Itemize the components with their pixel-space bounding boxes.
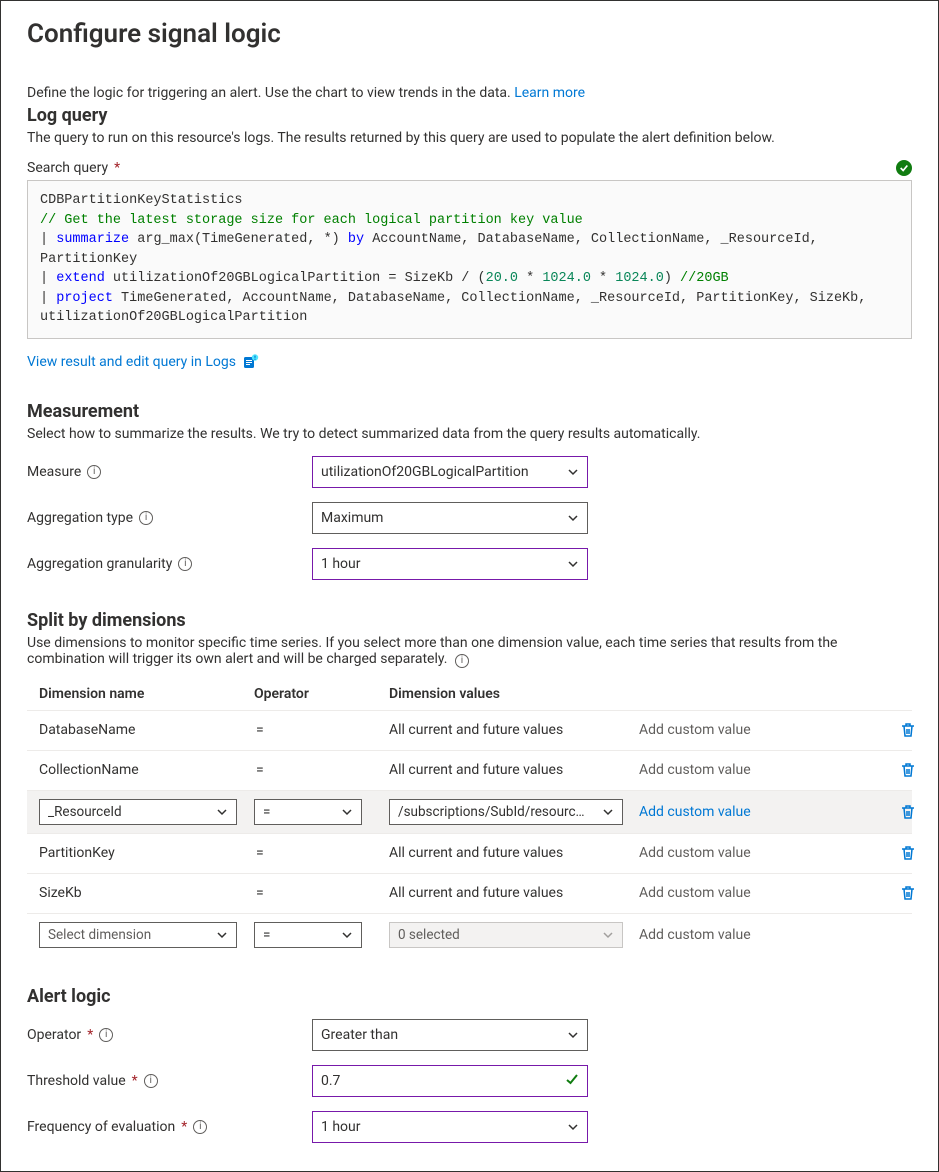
section-measurement: Measurement: [27, 401, 912, 422]
operator-select[interactable]: Greater than: [312, 1019, 588, 1051]
log-query-desc: The query to run on this resource's logs…: [27, 130, 912, 146]
measure-label: Measure: [27, 464, 81, 480]
threshold-input[interactable]: 0.7: [312, 1065, 588, 1097]
info-icon[interactable]: i: [87, 465, 101, 479]
info-icon[interactable]: i: [193, 1120, 207, 1134]
page-title: Configure signal logic: [27, 19, 912, 49]
info-icon[interactable]: i: [99, 1028, 113, 1042]
dimension-name: CollectionName: [39, 762, 254, 778]
add-custom-value[interactable]: Add custom value: [639, 762, 751, 778]
dimension-operator-select[interactable]: =: [254, 799, 362, 825]
info-icon[interactable]: i: [455, 654, 469, 668]
dimension-operator: =: [254, 762, 389, 778]
valid-icon: [896, 160, 912, 176]
query-editor[interactable]: CDBPartitionKeyStatistics // Get the lat…: [27, 180, 912, 339]
dimension-value-select[interactable]: 0 selected: [389, 922, 623, 948]
delete-icon[interactable]: [899, 803, 917, 821]
chevron-down-icon: [567, 1121, 579, 1133]
dimension-row: CollectionName = All current and future …: [27, 750, 912, 790]
dimensions-desc: Use dimensions to monitor specific time …: [27, 635, 837, 667]
dimensions-table: Dimension name Operator Dimension values…: [27, 678, 912, 956]
threshold-label: Threshold value: [27, 1073, 126, 1089]
dimension-value-select[interactable]: /subscriptions/SubId/resourc…: [389, 799, 623, 825]
logs-icon: [242, 353, 260, 371]
col-dimension-name: Dimension name: [39, 686, 254, 702]
add-custom-value: Add custom value: [639, 927, 751, 943]
dimension-name-select[interactable]: _ResourceId: [39, 799, 237, 825]
dimension-name: SizeKb: [39, 885, 254, 901]
chevron-down-icon: [341, 806, 353, 818]
dimension-value: All current and future values: [389, 722, 639, 738]
add-custom-value[interactable]: Add custom value: [639, 885, 751, 901]
view-in-logs-link[interactable]: View result and edit query in Logs: [27, 354, 236, 370]
dimension-operator: =: [254, 885, 389, 901]
aggregation-granularity-label: Aggregation granularity: [27, 556, 172, 572]
delete-icon[interactable]: [899, 884, 917, 902]
measure-select[interactable]: utilizationOf20GBLogicalPartition: [312, 456, 588, 488]
dimension-row: DatabaseName = All current and future va…: [27, 710, 912, 750]
info-icon[interactable]: i: [178, 557, 192, 571]
chevron-down-icon: [602, 929, 614, 941]
dimension-value: All current and future values: [389, 762, 639, 778]
search-query-label: Search query: [27, 160, 108, 176]
col-operator: Operator: [254, 686, 389, 702]
chevron-down-icon: [216, 929, 228, 941]
dimension-name: DatabaseName: [39, 722, 254, 738]
dimension-row: _ResourceId = /subscriptions/SubId/resou…: [27, 790, 912, 833]
add-custom-value[interactable]: Add custom value: [639, 845, 751, 861]
intro-text: Define the logic for triggering an alert…: [27, 85, 511, 101]
col-dimension-values: Dimension values: [389, 686, 639, 702]
dimension-name-select[interactable]: Select dimension: [39, 922, 237, 948]
delete-icon[interactable]: [899, 844, 917, 862]
dimension-operator: =: [254, 722, 389, 738]
dimension-row: SizeKb = All current and future values A…: [27, 873, 912, 913]
chevron-down-icon: [341, 929, 353, 941]
aggregation-type-label: Aggregation type: [27, 510, 133, 526]
required-indicator: *: [87, 1027, 93, 1043]
chevron-down-icon: [567, 512, 579, 524]
chevron-down-icon: [216, 806, 228, 818]
learn-more-link[interactable]: Learn more: [514, 85, 585, 101]
section-dimensions: Split by dimensions: [27, 610, 912, 631]
info-icon[interactable]: i: [139, 511, 153, 525]
add-custom-value[interactable]: Add custom value: [639, 722, 751, 738]
aggregation-type-select[interactable]: Maximum: [312, 502, 588, 534]
chevron-down-icon: [567, 1029, 579, 1041]
frequency-label: Frequency of evaluation: [27, 1119, 175, 1135]
required-indicator: *: [132, 1073, 138, 1089]
measurement-desc: Select how to summarize the results. We …: [27, 426, 912, 442]
dimension-operator: =: [254, 845, 389, 861]
dimension-value: All current and future values: [389, 845, 639, 861]
delete-icon[interactable]: [899, 761, 917, 779]
dimension-row-new: Select dimension = 0 selected Add custom…: [27, 913, 912, 956]
check-icon: [565, 1072, 579, 1090]
dimension-name: PartitionKey: [39, 845, 254, 861]
dimension-operator-select[interactable]: =: [254, 922, 362, 948]
required-indicator: *: [114, 160, 120, 176]
chevron-down-icon: [567, 466, 579, 478]
aggregation-granularity-select[interactable]: 1 hour: [312, 548, 588, 580]
chevron-down-icon: [567, 558, 579, 570]
delete-icon[interactable]: [899, 721, 917, 739]
section-alert-logic: Alert logic: [27, 986, 912, 1007]
info-icon[interactable]: i: [144, 1074, 158, 1088]
required-indicator: *: [181, 1119, 187, 1135]
add-custom-value[interactable]: Add custom value: [639, 804, 751, 820]
frequency-select[interactable]: 1 hour: [312, 1111, 588, 1143]
operator-label: Operator: [27, 1027, 81, 1043]
section-log-query: Log query: [27, 105, 912, 126]
dimension-value: All current and future values: [389, 885, 639, 901]
dimension-row: PartitionKey = All current and future va…: [27, 833, 912, 873]
chevron-down-icon: [602, 806, 614, 818]
